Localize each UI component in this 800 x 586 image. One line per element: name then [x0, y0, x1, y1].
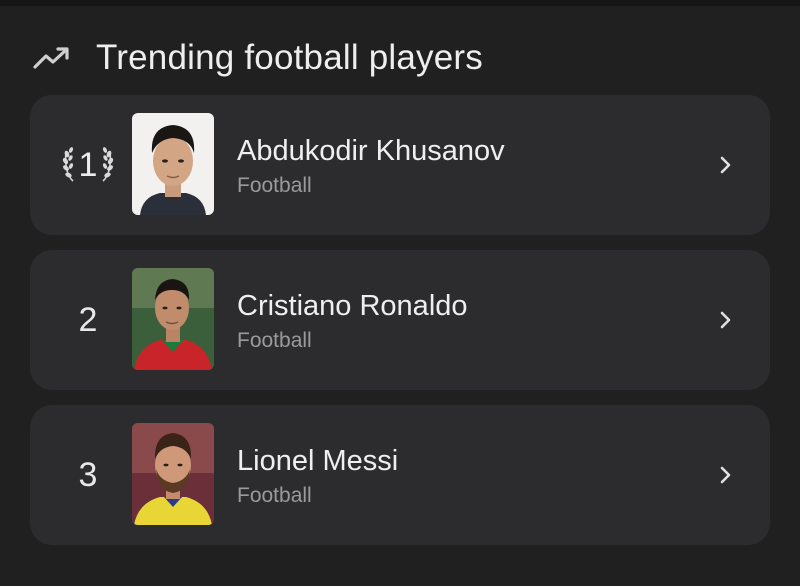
player-name: Cristiano Ronaldo — [237, 290, 468, 322]
player-photo[interactable] — [132, 113, 214, 215]
player-sport: Football — [237, 329, 312, 352]
player-photo[interactable] — [132, 423, 214, 525]
player-card-3[interactable]: 3 Lionel Messi Football — [30, 405, 770, 545]
laurel-right-icon — [100, 145, 114, 185]
chevron-right-icon[interactable] — [718, 306, 734, 334]
player-card-2[interactable]: 2 Cristiano Ronaldo Football — [30, 250, 770, 390]
player-photo[interactable] — [132, 268, 214, 370]
section-title: Trending football players — [96, 38, 483, 77]
trending-panel: Trending football players 1 Abdukodir Kh… — [0, 0, 800, 586]
rank-number: 2 — [78, 300, 98, 339]
player-name: Abdukodir Khusanov — [237, 135, 505, 167]
laurel-left-icon — [62, 145, 76, 185]
rank-badge: 1 — [60, 95, 116, 235]
players-list: 1 Abdukodir Khusanov Football 2 Cristian… — [30, 95, 770, 560]
chevron-right-icon[interactable] — [718, 461, 734, 489]
player-card-1[interactable]: 1 Abdukodir Khusanov Football — [30, 95, 770, 235]
rank-badge: 2 — [60, 250, 116, 390]
rank-number: 1 — [78, 145, 98, 184]
section-header: Trending football players — [32, 36, 483, 80]
player-sport: Football — [237, 484, 312, 507]
top-divider — [0, 0, 800, 6]
chevron-right-icon[interactable] — [718, 151, 734, 179]
rank-badge: 3 — [60, 405, 116, 545]
trending-up-icon — [32, 44, 72, 72]
player-sport: Football — [237, 174, 312, 197]
player-name: Lionel Messi — [237, 445, 399, 477]
rank-number: 3 — [78, 455, 98, 494]
